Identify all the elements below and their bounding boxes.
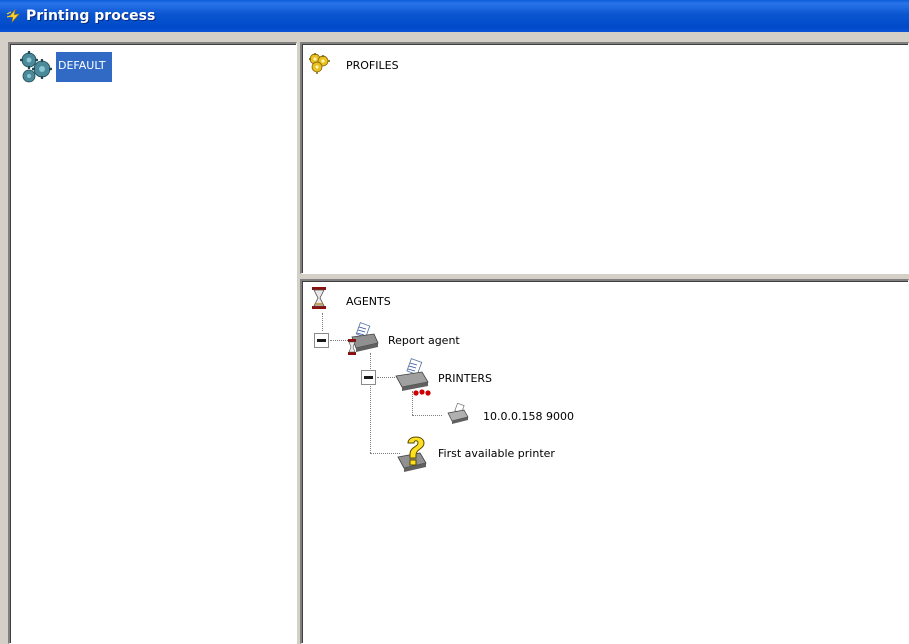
profiles-pane[interactable]: PROFILES [300, 42, 909, 274]
tree-item-label[interactable]: First available printer [438, 447, 555, 460]
tree-item-label[interactable]: PRINTERS [438, 372, 492, 385]
report-agent-icon [348, 322, 379, 355]
tree-item-label[interactable]: 10.0.0.158 9000 [483, 410, 574, 423]
tree-line [322, 313, 323, 331]
tree-line [412, 415, 442, 416]
profile-tree-pane[interactable]: DEFAULT [8, 42, 297, 644]
printers-icon [395, 358, 431, 396]
printer-icon [447, 403, 469, 424]
app-icon [6, 8, 20, 24]
printer-question-icon [397, 436, 427, 472]
tree-line [370, 353, 371, 453]
tree-item-label[interactable]: Report agent [388, 334, 460, 347]
app-window: Printing process DEFAULT PROFILES AGENTS… [0, 0, 909, 644]
profiles-label[interactable]: PROFILES [346, 59, 399, 72]
agents-label[interactable]: AGENTS [346, 295, 391, 308]
tree-item-default[interactable]: DEFAULT [18, 49, 112, 85]
window-title: Printing process [26, 8, 156, 24]
gears-icon [20, 51, 52, 83]
tree-item-label: DEFAULT [56, 52, 112, 82]
agents-pane[interactable]: AGENTS Report agent PRINTERS 10.0.0.158 … [300, 279, 909, 644]
title-bar[interactable]: Printing process [0, 0, 909, 32]
hourglass-icon [312, 287, 326, 309]
collapse-printers-button[interactable] [361, 370, 376, 385]
collapse-report-agent-button[interactable] [314, 333, 329, 348]
gears-yellow-icon [309, 53, 330, 74]
